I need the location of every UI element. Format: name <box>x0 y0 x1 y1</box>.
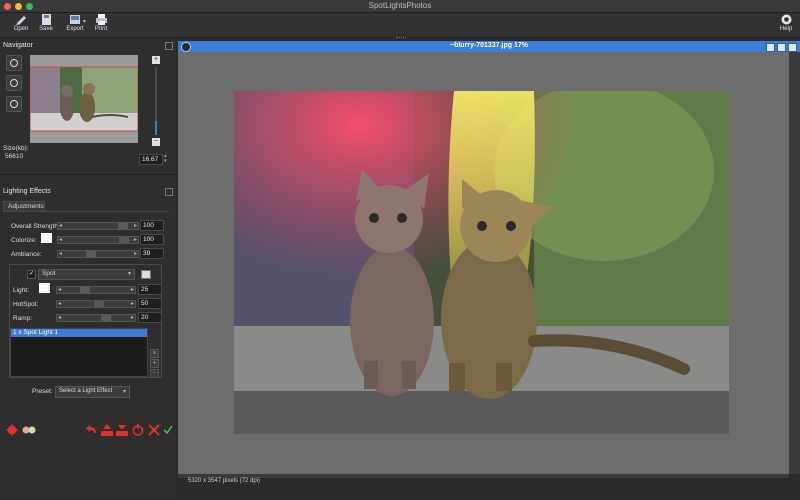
apply-icon[interactable] <box>163 425 173 435</box>
light-enabled-checkbox[interactable]: ✓ <box>27 270 36 279</box>
list-item[interactable]: 1 x Spot Light 1 <box>11 329 147 337</box>
zoom-in-button[interactable]: + <box>152 56 160 64</box>
lighting-close-icon[interactable] <box>165 188 173 196</box>
colorize-slider[interactable]: ◂ ▸ <box>57 236 139 244</box>
ambiance-slider[interactable]: ◂ ▸ <box>57 250 139 258</box>
download-icon[interactable] <box>116 424 128 436</box>
save-button[interactable]: Save <box>33 14 59 36</box>
overall-strength-slider[interactable]: ◂ ▸ <box>57 222 139 230</box>
toolbar: Open Save Export ▾ Print Help <box>0 13 800 38</box>
ambiance-value[interactable]: 39 <box>140 248 164 259</box>
print-label: Print <box>94 26 108 32</box>
reset-icon[interactable] <box>132 424 144 436</box>
ramp-label: Ramp: <box>13 315 33 322</box>
divider <box>0 174 176 175</box>
hotspot-value[interactable]: 50 <box>138 298 162 309</box>
image-dimensions-status: 5320 x 3547 pixels (72 dpi) <box>188 478 261 484</box>
zoom-slider-fill <box>155 121 157 135</box>
slider-thumb[interactable] <box>118 237 129 243</box>
open-label: Open <box>13 26 29 32</box>
document-title-bar[interactable]: ~blurry-701337.jpg 17% <box>178 41 800 52</box>
app-title: SpotLightsPhotos <box>368 1 432 10</box>
save-label: Save <box>39 26 53 32</box>
ramp-slider[interactable]: ◂ ▸ <box>56 314 136 322</box>
slider-thumb[interactable] <box>100 315 111 321</box>
move-light-up-button[interactable]: + <box>150 359 159 368</box>
slider-thumb[interactable] <box>117 223 128 229</box>
ramp-value[interactable]: 20 <box>138 312 162 323</box>
zoom-actual-button[interactable] <box>6 96 22 112</box>
light-color-swatch[interactable] <box>39 283 50 293</box>
image-canvas[interactable] <box>178 52 789 474</box>
preset-label: Preset: <box>32 388 53 395</box>
chevron-down-icon: ▾ <box>127 271 131 277</box>
overall-strength-label: Overall Strength: <box>11 223 60 230</box>
hotspot-label: HotSpot: <box>13 301 39 308</box>
zoom-out-button[interactable]: − <box>152 138 160 146</box>
status-bar: 5320 x 3547 pixels (72 dpi) <box>178 478 800 488</box>
size-label: Size(kb): <box>3 145 29 152</box>
navigator-title: Navigator <box>3 42 33 49</box>
export-label: Export <box>66 26 84 32</box>
toolbar-grip[interactable] <box>396 37 406 40</box>
tab-underline <box>3 211 169 212</box>
zoom-reset-button[interactable] <box>6 75 22 91</box>
print-button[interactable]: Print <box>88 14 114 36</box>
document-title: ~blurry-701337.jpg 17% <box>449 42 528 49</box>
overall-strength-value[interactable]: 100 <box>140 220 164 231</box>
colorize-label: Colorize: <box>11 237 37 244</box>
light-options-icon[interactable] <box>141 270 151 279</box>
open-button[interactable]: Open <box>8 14 34 36</box>
restore-document-icon[interactable] <box>777 43 786 52</box>
photo[interactable] <box>234 91 729 434</box>
help-label: Help <box>779 26 793 32</box>
navigator-thumbnail[interactable] <box>30 55 138 143</box>
left-panel: Navigator Size(kb): 56610 + − 16.67 ▴ ▾ L… <box>0 39 176 500</box>
undo-icon[interactable] <box>86 424 98 436</box>
chevron-down-icon: ▾ <box>122 389 126 395</box>
slider-thumb[interactable] <box>85 251 96 257</box>
zoom-slider[interactable] <box>155 67 157 135</box>
open-icon <box>15 16 26 25</box>
light-slider[interactable]: ◂ ▸ <box>56 286 136 294</box>
size-value: 56610 <box>5 153 24 160</box>
hotspot-slider[interactable]: ◂ ▸ <box>56 300 136 308</box>
navigator-close-icon[interactable] <box>165 42 173 50</box>
light-list[interactable]: 1 x Spot Light 1 <box>10 328 148 377</box>
export-dropdown-icon[interactable]: ▾ <box>83 18 86 25</box>
preset-value: Select a Light Effect <box>59 388 113 394</box>
vertical-scrollbar[interactable] <box>789 52 800 474</box>
move-light-down-button[interactable]: - <box>150 369 159 378</box>
light-type-select[interactable]: Spot ▾ <box>38 269 135 280</box>
light-value[interactable]: 25 <box>138 284 162 295</box>
zoom-fit-button[interactable] <box>6 55 22 71</box>
preset-select[interactable]: Select a Light Effect ▾ <box>55 386 130 398</box>
slider-thumb[interactable] <box>79 287 90 293</box>
delete-light-button[interactable]: x <box>150 349 159 358</box>
print-icon <box>95 14 107 25</box>
delete-icon[interactable] <box>148 424 160 436</box>
slider-thumb[interactable] <box>94 301 104 307</box>
help-button[interactable]: Help <box>773 14 799 36</box>
tab-adjustments-label: Adjustments <box>8 203 44 210</box>
zoom-value-field[interactable]: 16.67 <box>139 154 163 165</box>
light-type-value: Spot <box>42 270 56 277</box>
export-icon <box>69 15 80 24</box>
upload-icon[interactable] <box>101 424 113 436</box>
zoom-stepper[interactable]: ▴ ▾ <box>164 154 169 164</box>
list-item-label: 1 x Spot Light 1 <box>13 329 59 336</box>
save-icon <box>41 14 51 25</box>
help-lifebuoy-icon <box>781 14 791 25</box>
light-label: Light: <box>13 287 29 294</box>
minimize-document-icon[interactable] <box>766 43 775 52</box>
colorize-value[interactable]: 100 <box>140 234 164 245</box>
colorize-color-swatch[interactable] <box>41 233 52 243</box>
ambiance-label: Ambiance: <box>11 251 42 258</box>
close-document-icon[interactable] <box>788 43 797 52</box>
lights-group-icon[interactable] <box>22 425 36 435</box>
lighting-effects-title: Lighting Effects <box>3 188 51 195</box>
add-light-icon[interactable] <box>6 424 18 436</box>
title-bar: SpotLightsPhotos <box>0 0 800 13</box>
